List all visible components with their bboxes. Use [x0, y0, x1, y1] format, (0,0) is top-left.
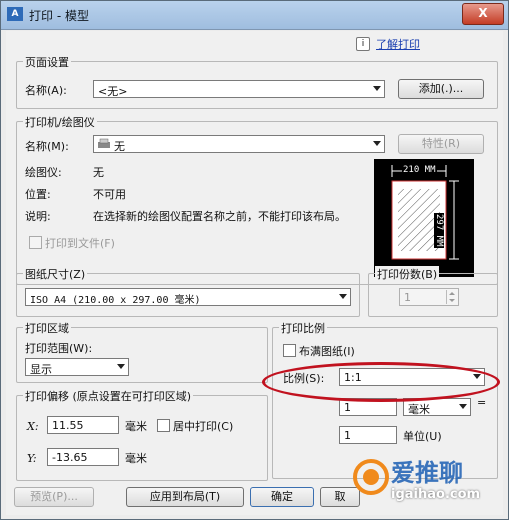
unit-label: 单位(U) [403, 430, 442, 443]
autocad-app-icon: A [7, 7, 23, 21]
watermark-logo-icon [353, 459, 389, 495]
dialog-content: i 了解打印 页面设置 名称(A): <无> 添加(.)... 打印机/绘图仪 … [6, 31, 503, 515]
paper-size-group: 图纸尺寸(Z) ISO A4 (210.00 x 297.00 毫米) [16, 266, 360, 317]
paper-size-legend: 图纸尺寸(Z) [23, 266, 88, 282]
offset-x-input[interactable]: 11.55 [47, 416, 119, 434]
printer-name-value: 无 [114, 140, 125, 153]
copies-legend: 打印份数(B) [375, 266, 440, 282]
plot-range-select[interactable]: 显示 [25, 358, 129, 376]
print-to-file-label: 打印到文件(F) [45, 237, 115, 250]
offset-x-value: 11.55 [52, 419, 84, 432]
center-plot-label: 居中打印(C) [173, 420, 234, 433]
printer-name-label: 名称(M): [25, 140, 69, 153]
properties-button[interactable]: 特性(R) [398, 134, 484, 154]
printer-icon [98, 138, 110, 148]
preview-button[interactable]: 预览(P)... [14, 487, 94, 507]
printer-legend: 打印机/绘图仪 [23, 114, 97, 130]
scale-unit-value: 毫米 [408, 403, 430, 416]
site-watermark: 爱推聊 igaihao.com [351, 449, 491, 519]
print-to-file-checkbox[interactable] [29, 236, 42, 249]
copies-value: 1 [404, 291, 411, 304]
plot-offset-group: 打印偏移 (原点设置在可打印区域) X: 11.55 毫米 居中打印(C) Y:… [16, 388, 268, 481]
scale-drawing-units-input[interactable]: 1 [339, 426, 397, 444]
location-value: 不可用 [93, 188, 126, 201]
offset-y-unit: 毫米 [125, 452, 147, 465]
copies-spinner-icon[interactable] [446, 290, 457, 304]
page-setup-group: 页面设置 名称(A): <无> 添加(.)... [16, 54, 498, 109]
page-setup-name-label: 名称(A): [25, 84, 67, 97]
equals-sign: = [477, 396, 487, 409]
chevron-down-icon [339, 294, 347, 299]
plot-offset-legend: 打印偏移 (原点设置在可打印区域) [23, 388, 194, 404]
description-value: 在选择新的绘图仪配置名称之前，不能打印该布局。 [93, 210, 346, 223]
copies-group: 打印份数(B) 1 [368, 266, 498, 317]
add-page-setup-button[interactable]: 添加(.)... [398, 79, 484, 99]
scale-value-1: 1 [344, 401, 351, 414]
center-plot-checkbox[interactable] [157, 419, 170, 432]
plot-range-value: 显示 [30, 363, 52, 376]
paper-width-label: 210 MM [402, 165, 437, 175]
close-button[interactable]: X [462, 3, 504, 25]
ok-button[interactable]: 确定 [250, 487, 314, 507]
apply-to-layout-button[interactable]: 应用到布局(T) [126, 487, 244, 507]
plotter-label: 绘图仪: [25, 166, 62, 179]
info-icon: i [356, 37, 370, 51]
chevron-down-icon [373, 86, 381, 91]
plot-area-group: 打印区域 打印范围(W): 显示 [16, 320, 268, 383]
page-setup-name-value: <无> [98, 85, 128, 98]
location-label: 位置: [25, 188, 51, 201]
fit-to-paper-checkbox[interactable] [283, 344, 296, 357]
offset-x-unit: 毫米 [125, 420, 147, 433]
paper-size-value: ISO A4 (210.00 x 297.00 毫米) [30, 295, 201, 306]
chevron-down-icon [117, 364, 125, 369]
plotter-value: 无 [93, 166, 104, 179]
offset-y-input[interactable]: -13.65 [47, 448, 119, 466]
offset-y-value: -13.65 [52, 451, 88, 464]
chevron-down-icon [459, 404, 467, 409]
copies-input[interactable]: 1 [399, 288, 459, 306]
scale-value-2: 1 [344, 429, 351, 442]
watermark-url: igaihao.com [391, 487, 481, 502]
title-bar[interactable]: A 打印 - 模型 X [1, 1, 508, 30]
description-label: 说明: [25, 210, 51, 223]
annotation-highlight-ellipse [262, 362, 500, 402]
paper-size-select[interactable]: ISO A4 (210.00 x 297.00 毫米) [25, 288, 351, 306]
chevron-down-icon [373, 141, 381, 146]
offset-y-label: Y: [27, 452, 37, 465]
paper-preview: 210 MM 297 MM [374, 159, 474, 277]
watermark-text: 爱推聊 [391, 459, 463, 487]
printer-name-select[interactable]: 无 [93, 135, 385, 153]
fit-to-paper-label: 布满图纸(I) [299, 345, 355, 358]
page-setup-name-select[interactable]: <无> [93, 80, 385, 98]
print-dialog: A 打印 - 模型 X i 了解打印 页面设置 名称(A): <无> 添加(.)… [0, 0, 509, 520]
window-title: 打印 - 模型 [29, 9, 89, 23]
page-setup-legend: 页面设置 [23, 54, 71, 70]
learn-printing-link[interactable]: 了解打印 [376, 36, 420, 52]
plot-area-legend: 打印区域 [23, 320, 71, 336]
plot-range-label: 打印范围(W): [25, 342, 93, 355]
offset-x-label: X: [27, 420, 39, 433]
plot-scale-legend: 打印比例 [279, 320, 327, 336]
paper-height-label: 297 MM [434, 213, 444, 248]
paper-preview-drawing [391, 165, 459, 260]
